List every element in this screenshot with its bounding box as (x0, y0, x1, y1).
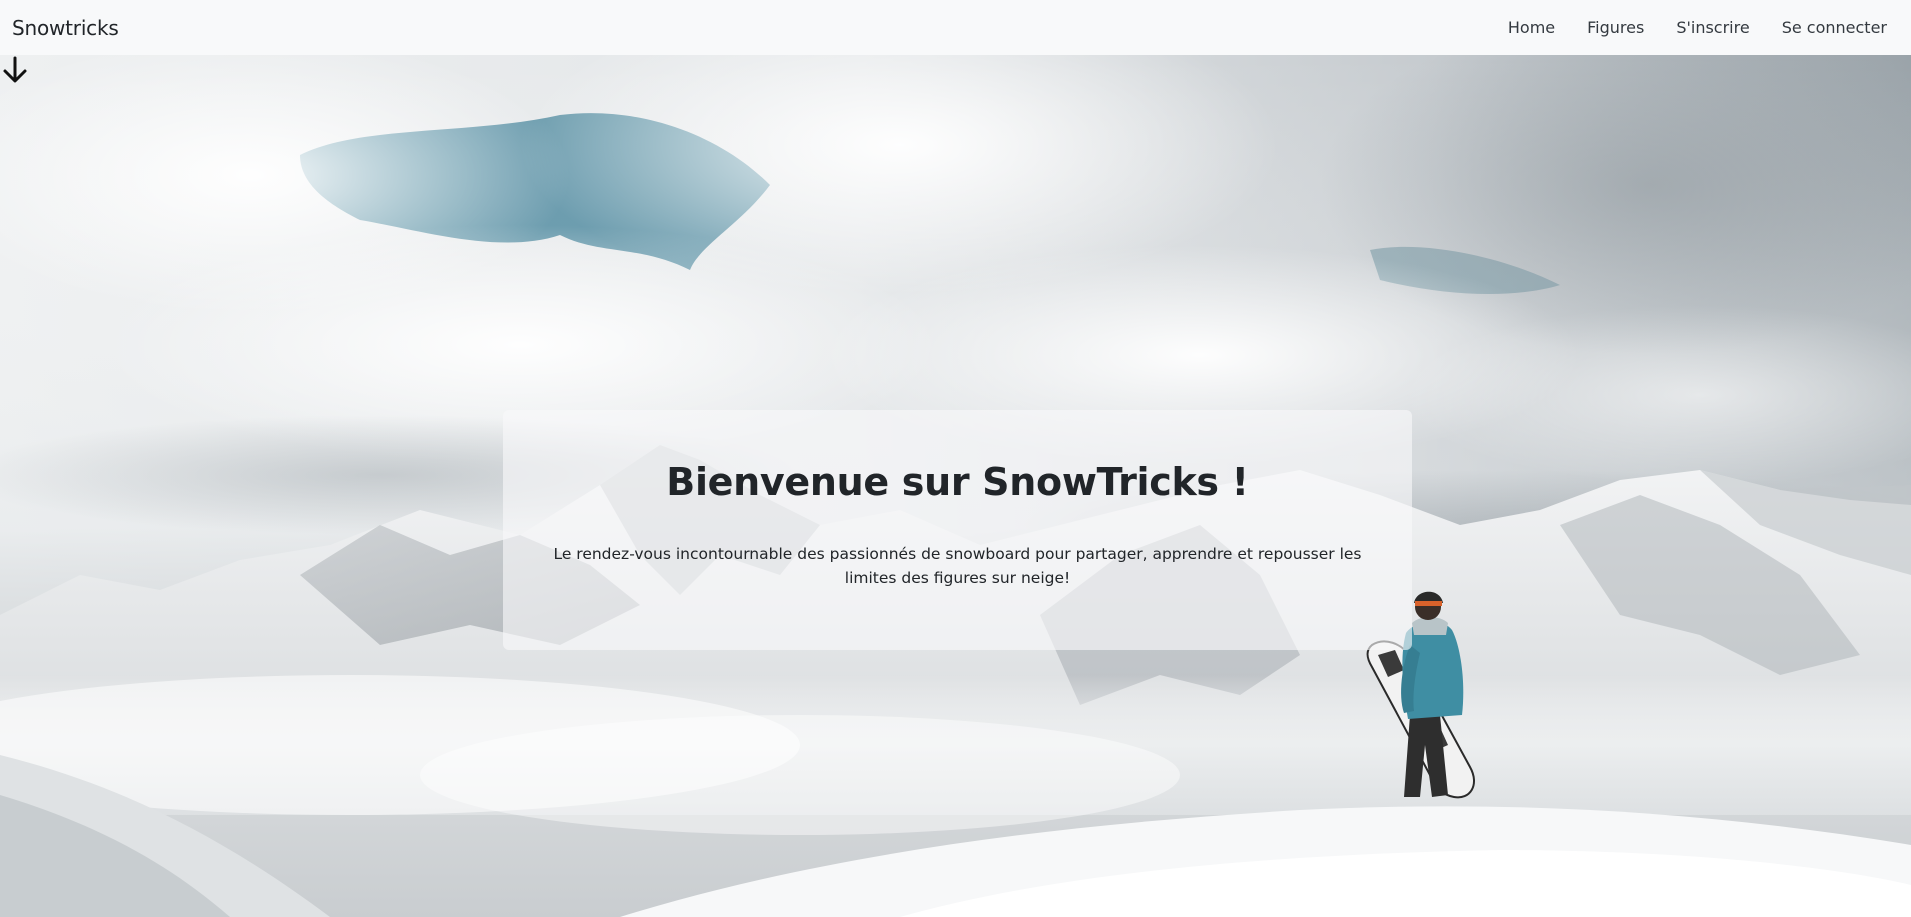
nav-links: Home Figures S'inscrire Se connecter (1492, 18, 1887, 37)
nav-link-home[interactable]: Home (1492, 18, 1571, 37)
welcome-title: Bienvenue sur SnowTricks ! (666, 460, 1249, 504)
nav-link-figures[interactable]: Figures (1571, 18, 1660, 37)
nav-link-login[interactable]: Se connecter (1766, 18, 1887, 37)
navbar-brand[interactable]: Snowtricks (12, 16, 119, 40)
welcome-card: Bienvenue sur SnowTricks ! Le rendez-vou… (503, 410, 1412, 650)
hero-section: Bienvenue sur SnowTricks ! Le rendez-vou… (0, 55, 1911, 917)
nav-link-register[interactable]: S'inscrire (1660, 18, 1765, 37)
arrow-down-icon[interactable] (0, 55, 30, 85)
welcome-text: Le rendez-vous incontournable des passio… (553, 545, 1362, 587)
navbar: Snowtricks Home Figures S'inscrire Se co… (0, 0, 1911, 55)
